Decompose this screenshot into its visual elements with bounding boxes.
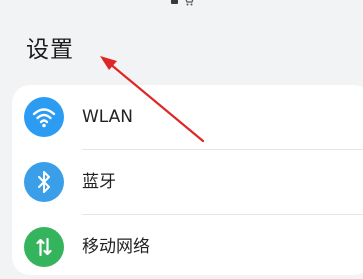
settings-item-wlan[interactable]: WLAN: [12, 85, 363, 149]
settings-item-label: 蓝牙: [82, 172, 116, 192]
settings-item-mobile-network[interactable]: 移动网络: [12, 215, 363, 279]
settings-item-bluetooth[interactable]: 蓝牙: [12, 150, 363, 214]
bluetooth-icon: [24, 162, 64, 202]
mobile-data-icon: [24, 227, 64, 267]
settings-item-label: 移动网络: [82, 237, 150, 257]
wifi-icon: [24, 97, 64, 137]
settings-list: WLAN 蓝牙 移动网络: [12, 85, 363, 275]
page-title: 设置: [26, 37, 74, 63]
shopping-cart-icon: [185, 0, 194, 6]
settings-item-label: WLAN: [82, 107, 134, 127]
status-bar: [168, 0, 198, 6]
notification-square-icon: [171, 0, 178, 4]
